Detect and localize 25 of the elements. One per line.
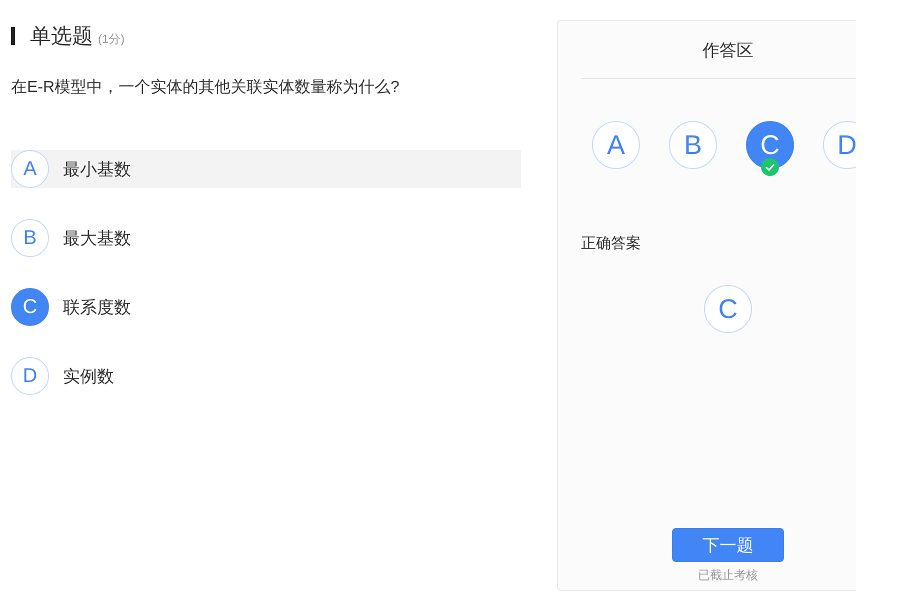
option-text: 联系度数 [63, 296, 131, 318]
question-text: 在E-R模型中，一个实体的其他关联实体数量称为什么? [11, 78, 400, 98]
title-bar-marker [11, 27, 15, 45]
option-letter: D [11, 357, 49, 395]
option-text: 最大基数 [63, 228, 131, 250]
correct-answer: C [704, 285, 752, 333]
question-type: 单选题 [30, 24, 93, 50]
answer-choice[interactable]: D [823, 121, 856, 169]
answer-option[interactable]: D 实例数 [11, 357, 521, 395]
option-letter: B [11, 219, 49, 257]
option-text: 实例数 [63, 366, 114, 388]
next-question-button[interactable]: 下一题 [672, 528, 784, 562]
question-score: (1分) [98, 30, 125, 48]
answer-option[interactable]: C 联系度数 [11, 288, 521, 326]
option-text: 最小基数 [63, 158, 131, 180]
option-letter: C [11, 288, 49, 326]
correct-answer-label: 正确答案 [581, 234, 641, 253]
answer-option[interactable]: A 最小基数 [11, 150, 521, 188]
answer-choice[interactable]: B [669, 121, 717, 169]
answer-option[interactable]: B 最大基数 [11, 219, 521, 257]
answer-choice[interactable]: A [592, 121, 640, 169]
status-text: 已截止考核 [698, 567, 758, 584]
panel-title: 作答区 [702, 40, 754, 62]
answer-choice[interactable]: C [746, 121, 794, 169]
option-letter: A [11, 150, 49, 188]
